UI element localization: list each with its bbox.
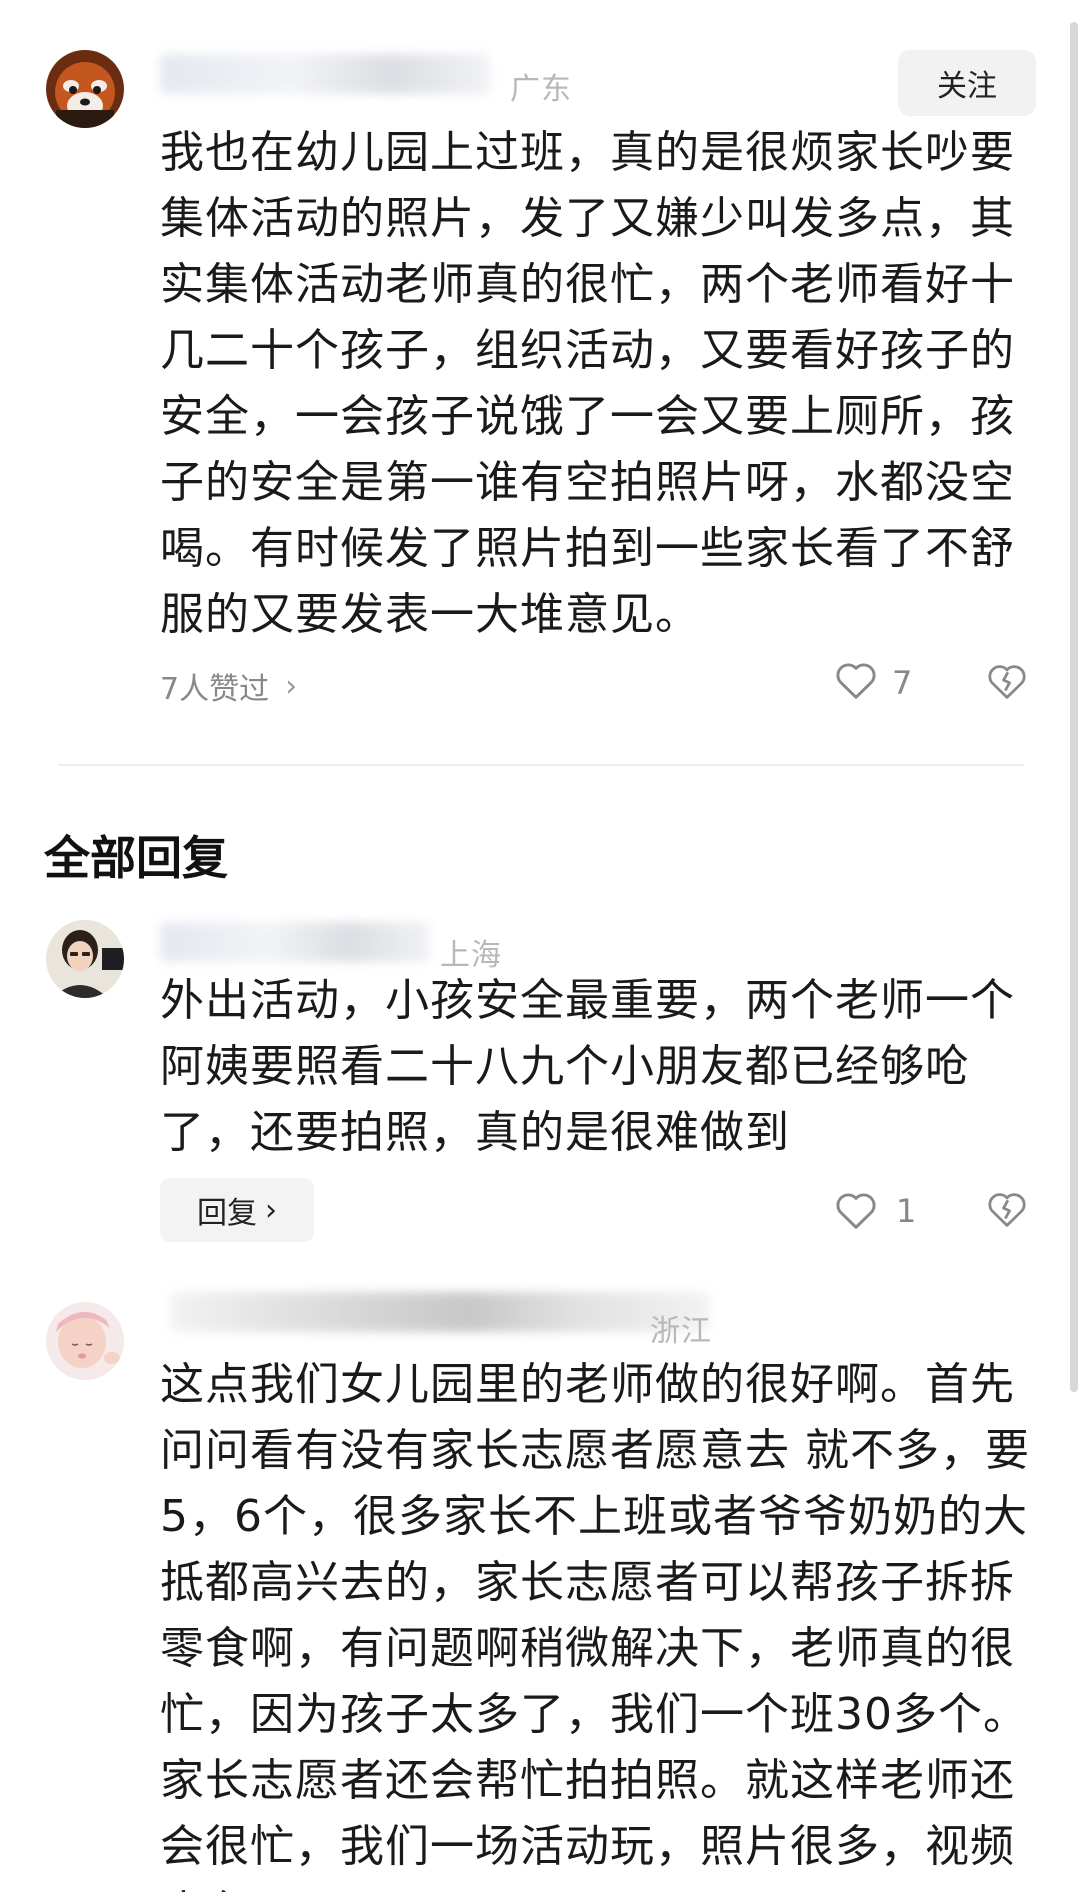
avatar[interactable] xyxy=(46,50,124,128)
chevron-right-icon: › xyxy=(265,1192,277,1228)
heart-outline-icon[interactable] xyxy=(834,660,878,700)
broken-heart-icon[interactable] xyxy=(986,662,1028,700)
baby-photo-avatar-icon xyxy=(46,1302,124,1380)
location-label: 浙江 xyxy=(650,1314,712,1349)
username-obscured xyxy=(160,54,490,94)
avatar[interactable] xyxy=(46,920,124,998)
username-obscured xyxy=(170,1292,710,1332)
follow-button[interactable]: 关注 xyxy=(898,50,1036,116)
broken-heart-icon[interactable] xyxy=(986,1190,1028,1228)
username-obscured xyxy=(160,922,430,962)
user-photo-avatar-icon xyxy=(46,920,124,998)
location-label: 广东 xyxy=(510,72,572,107)
avatar[interactable] xyxy=(46,1302,124,1380)
heart-outline-icon[interactable] xyxy=(834,1190,878,1230)
comment-thread-page: 广东 关注 我也在幼儿园上过班，真的是很烦家长吵要 集体活动的照片，发了又嫌少叫… xyxy=(0,0,1080,1892)
chevron-right-icon: › xyxy=(285,668,298,704)
reply-label: 回复 xyxy=(197,1196,257,1231)
red-panda-avatar-icon xyxy=(46,50,124,128)
comment-text: 我也在幼儿园上过班，真的是很烦家长吵要 集体活动的照片，发了又嫌少叫发多点，其 … xyxy=(160,127,1015,640)
reply-text: 外出活动，小孩安全最重要，两个老师一个 阿姨要照看二十八九个小朋友都已经够呛 了… xyxy=(160,975,1015,1158)
divider xyxy=(58,764,1024,766)
likers-label: 7人赞过 xyxy=(160,672,270,707)
reply-text: 这点我们女儿园里的老师做的很好啊。首先 问问看有没有家长志愿者愿意去 就不多，要… xyxy=(160,1359,1030,1892)
likers-link[interactable]: 7人赞过 › xyxy=(160,664,297,708)
section-title: 全部回复 xyxy=(44,831,228,885)
like-count: 7 xyxy=(892,664,913,702)
scrollbar[interactable] xyxy=(1070,22,1078,1392)
reply-button[interactable]: 回复 › xyxy=(160,1178,314,1242)
like-count: 1 xyxy=(896,1192,917,1230)
